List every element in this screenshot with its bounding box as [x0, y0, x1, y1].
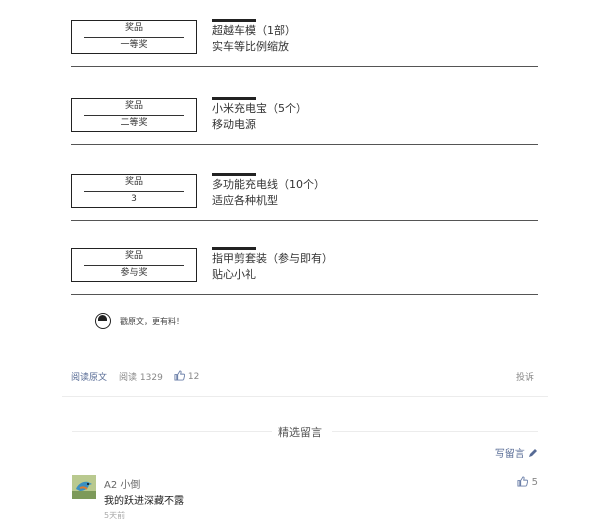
prize-row-1: 奖品 一等奖 超越车模（1部） 实车等比例缩放 [71, 19, 538, 67]
prize-desc: 适应各种机型 [212, 194, 278, 207]
prize-row-3: 奖品 3 多功能充电线（10个） 适应各种机型 [71, 173, 538, 221]
prize-row-2: 奖品 二等奖 小米充电宝（5个） 移动电源 [71, 97, 538, 145]
prize-box: 奖品 3 [71, 174, 197, 208]
avatar[interactable] [72, 475, 96, 499]
thumbs-up-icon [517, 476, 529, 487]
circle-icon [95, 313, 111, 329]
read-more-note-text: 戳原文，更有料！ [120, 317, 184, 326]
prize-box-label: 奖品 [124, 23, 143, 33]
prize-row-4: 奖品 参与奖 指甲剪套装（参与即有） 贴心小礼 [71, 247, 538, 295]
prize-box-divider [84, 115, 184, 116]
comment-time: 5天前 [104, 511, 126, 520]
title-bar [212, 97, 256, 100]
prize-box-label: 奖品 [124, 101, 143, 111]
prize-box-divider [84, 191, 184, 192]
comment-like-count: 5 [531, 477, 538, 488]
title-bar [212, 247, 256, 250]
footer-divider [62, 396, 548, 397]
bird-icon [72, 475, 96, 499]
prize-title: 指甲剪套装（参与即有） [212, 252, 333, 265]
prize-box: 奖品 参与奖 [71, 248, 197, 282]
prize-box: 奖品 一等奖 [71, 20, 197, 54]
prize-box-value: 参与奖 [120, 268, 148, 278]
prize-desc: 实车等比例缩放 [212, 40, 289, 53]
prize-box-value: 3 [131, 194, 137, 204]
write-comment-button[interactable]: 写留言 [495, 445, 538, 460]
read-original-link[interactable]: 阅读原文 [71, 370, 107, 383]
prize-title: 小米充电宝（5个） [212, 102, 307, 115]
like-button[interactable]: 12 [174, 370, 199, 382]
prize-desc: 移动电源 [212, 118, 256, 131]
thumbs-up-icon [174, 370, 185, 381]
read-count: 阅读 1329 [119, 370, 163, 383]
comments-section-title: 精选留言 [278, 426, 322, 439]
pencil-icon [529, 449, 537, 457]
write-comment-label: 写留言 [494, 449, 525, 460]
prize-box-value: 二等奖 [120, 118, 148, 128]
prize-box-divider [84, 37, 184, 38]
like-count: 12 [187, 372, 200, 382]
prize-title: 超越车模（1部） [212, 24, 296, 37]
comment-like-button[interactable]: 5 [517, 476, 538, 488]
prize-box-label: 奖品 [124, 251, 143, 261]
title-bar [212, 19, 256, 22]
section-line-right [332, 431, 538, 432]
complain-link[interactable]: 投诉 [516, 370, 534, 383]
comment-text: 我的跃进深藏不露 [104, 496, 184, 507]
prize-box: 奖品 二等奖 [71, 98, 197, 132]
prize-desc: 贴心小礼 [212, 268, 256, 281]
prize-title: 多功能充电线（10个） [212, 178, 325, 191]
title-bar [212, 173, 256, 176]
prize-box-label: 奖品 [124, 177, 143, 187]
read-count-value: 1329 [139, 373, 163, 383]
read-label: 阅读 [119, 373, 138, 383]
comment-author: A2 小倒 [104, 480, 141, 491]
prize-box-divider [84, 265, 184, 266]
prize-box-value: 一等奖 [120, 40, 148, 50]
